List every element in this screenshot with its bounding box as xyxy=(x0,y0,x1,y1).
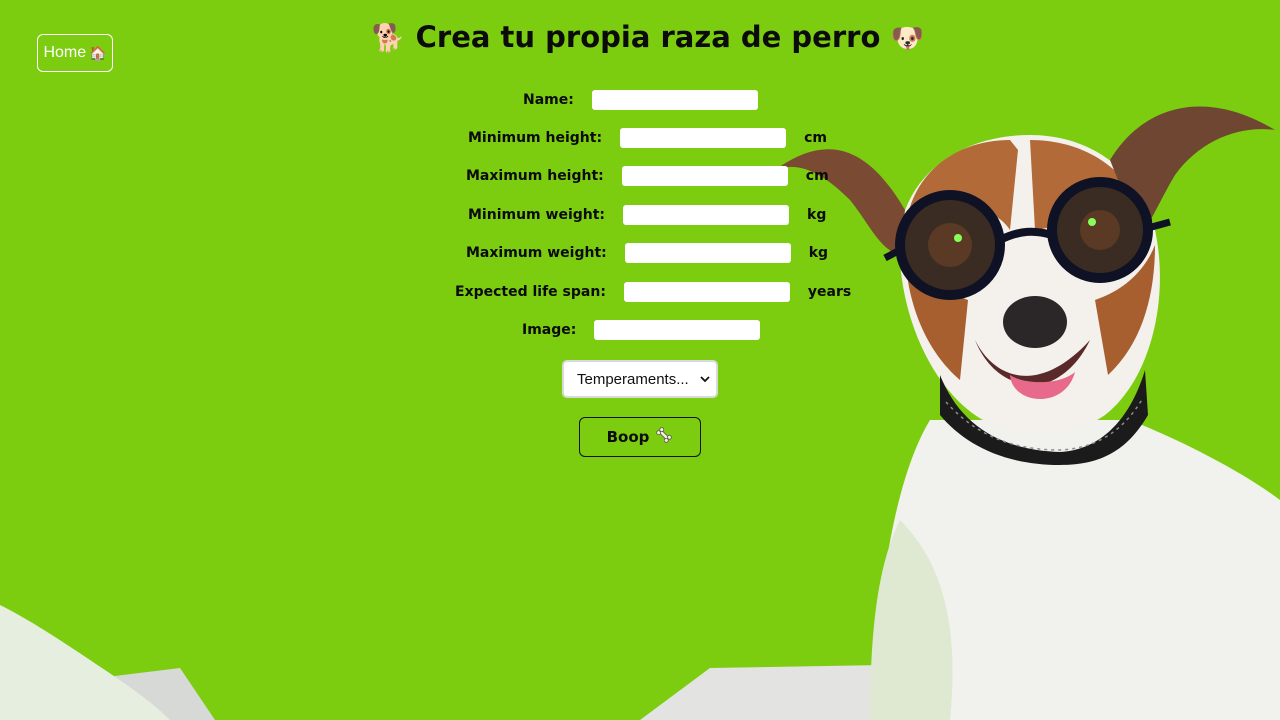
boop-label: Boop xyxy=(606,428,650,446)
temperaments-select[interactable]: Temperaments... xyxy=(562,360,718,398)
name-label: Name: xyxy=(523,92,574,108)
image-row: Image: xyxy=(522,320,761,340)
title-text: Crea tu propia raza de perro xyxy=(415,20,881,54)
life-span-row: Expected life span: years xyxy=(455,282,851,302)
min-height-row: Minimum height: cm xyxy=(468,128,827,148)
name-row: Name: xyxy=(523,90,758,110)
min-weight-input[interactable] xyxy=(623,205,790,225)
dog-face-emoji-icon: 🐶 xyxy=(890,23,925,54)
max-weight-input[interactable] xyxy=(624,243,791,263)
min-height-unit: cm xyxy=(804,130,827,146)
min-height-input[interactable] xyxy=(620,128,787,148)
image-input[interactable] xyxy=(594,320,761,340)
dog-emoji-icon: 🐕 xyxy=(371,23,406,54)
name-input[interactable] xyxy=(591,90,758,110)
max-height-unit: cm xyxy=(805,168,829,184)
min-weight-unit: kg xyxy=(807,207,827,223)
max-height-label: Maximum height: xyxy=(466,168,604,184)
max-weight-unit: kg xyxy=(808,245,829,261)
temperaments-select-value: Temperaments... xyxy=(577,370,689,388)
page-title: 🐕 Crea tu propia raza de perro 🐶 xyxy=(0,20,1280,54)
max-weight-row: Maximum weight: kg xyxy=(466,243,828,263)
max-weight-label: Maximum weight: xyxy=(466,245,607,261)
chevron-down-icon xyxy=(700,374,710,384)
max-height-row: Maximum height: cm xyxy=(466,166,829,186)
min-height-label: Minimum height: xyxy=(468,130,603,146)
life-span-label: Expected life span: xyxy=(455,284,606,300)
max-height-input[interactable] xyxy=(621,166,788,186)
life-span-input[interactable] xyxy=(623,282,790,302)
boop-submit-button[interactable]: Boop xyxy=(579,417,701,457)
min-weight-row: Minimum weight: kg xyxy=(468,205,826,225)
bone-icon xyxy=(655,426,673,448)
image-label: Image: xyxy=(522,322,577,338)
life-span-unit: years xyxy=(807,284,852,300)
min-weight-label: Minimum weight: xyxy=(468,207,606,223)
